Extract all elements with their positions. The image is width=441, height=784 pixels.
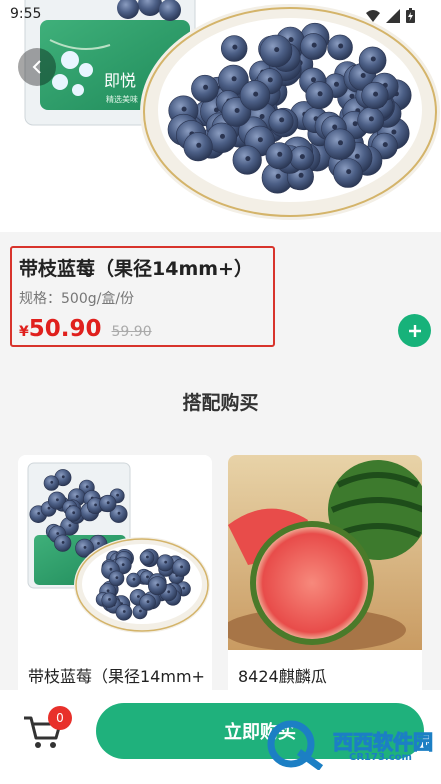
section-title: 搭配购买 <box>182 392 259 414</box>
watermark-brand: 西西软件园 <box>333 730 434 755</box>
original-price: 59.90 <box>111 324 152 340</box>
signal-icon <box>386 8 400 23</box>
watermark-url: CR173.com <box>349 752 412 763</box>
watermark-logo-icon <box>267 720 324 771</box>
recommendation-name: 带枝蓝莓（果径14mm+） <box>28 667 204 686</box>
recommendation-card[interactable]: 8424麒麟瓜 <box>228 455 422 705</box>
add-to-cart-button[interactable] <box>398 314 431 347</box>
plus-icon <box>408 324 421 337</box>
product-info-highlight: 带枝蓝莓（果径14mm+） 规格：500g/盒/份 ¥ 50.90 59.90 <box>10 246 275 347</box>
watermelon-thumbnail <box>228 455 422 650</box>
chevron-left-icon <box>32 60 41 74</box>
battery-icon <box>406 8 415 23</box>
package-label: 即悦 <box>104 71 136 90</box>
status-time: 9:55 <box>10 6 42 22</box>
recommendation-name: 8424麒麟瓜 <box>238 667 327 686</box>
cart-count-badge: 0 <box>48 706 72 730</box>
recommendation-card[interactable]: 带枝蓝莓（果径14mm+） <box>18 455 212 705</box>
currency-symbol: ¥ <box>19 324 29 340</box>
site-watermark: 西西软件园 CR173.com <box>265 718 435 771</box>
product-info: 带枝蓝莓（果径14mm+） 规格：500g/盒/份 ¥ 50.90 59.90 <box>0 232 441 356</box>
package-sublabel: 精选美味 <box>106 94 138 104</box>
blueberry-photo: 即悦 精选美味 <box>0 0 441 232</box>
wifi-icon <box>366 9 380 22</box>
current-price: 50.90 <box>28 316 102 342</box>
product-hero-image: 即悦 精选美味 <box>0 0 441 232</box>
blueberry-thumbnail <box>18 455 212 650</box>
status-bar: 9:55 <box>0 0 441 30</box>
product-title: 带枝蓝莓（果径14mm+） <box>19 258 253 280</box>
price-row: ¥ 50.90 59.90 <box>19 316 152 342</box>
back-button[interactable] <box>18 48 56 86</box>
product-spec: 规格：500g/盒/份 <box>19 291 135 307</box>
